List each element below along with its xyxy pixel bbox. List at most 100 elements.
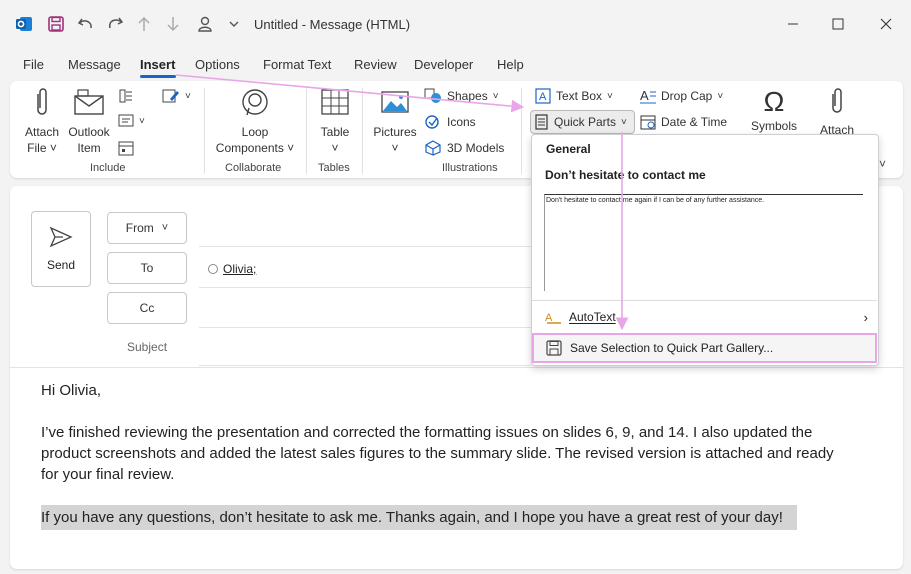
from-divider bbox=[199, 246, 531, 247]
qp-divider bbox=[532, 300, 877, 301]
calendar-icon bbox=[118, 140, 134, 156]
symbols-button[interactable]: Ω Symbols bbox=[748, 86, 800, 134]
quick-parts-label: Quick Parts bbox=[554, 115, 617, 129]
minimize-icon[interactable] bbox=[783, 14, 803, 34]
header-body-divider bbox=[10, 367, 903, 368]
autotext-menu-item[interactable]: A AutoText › bbox=[532, 302, 877, 332]
tab-options[interactable]: Options bbox=[195, 57, 240, 72]
shapes-button[interactable]: Shapes ˅ bbox=[424, 88, 499, 104]
group-label-tables: Tables bbox=[318, 162, 350, 174]
cc-button[interactable]: Cc bbox=[107, 292, 187, 324]
text-box-button[interactable]: A Text Box ˅ bbox=[535, 88, 613, 104]
quick-parts-button[interactable]: Quick Parts ˅ bbox=[535, 114, 627, 130]
qp-entry-preview[interactable]: Don't hesitate to contact me again if I … bbox=[544, 194, 863, 291]
svg-text:A: A bbox=[539, 91, 547, 103]
body-paragraph-line[interactable]: product screenshots and added the latest… bbox=[41, 443, 834, 464]
business-card-button[interactable] bbox=[118, 88, 134, 104]
date-time-icon bbox=[640, 114, 656, 130]
redo-icon[interactable] bbox=[105, 14, 125, 34]
table-icon bbox=[320, 86, 350, 120]
loop-icon bbox=[238, 86, 272, 120]
qp-entry-name[interactable]: Don’t hesitate to contact me bbox=[545, 168, 706, 182]
svg-text:A: A bbox=[640, 88, 649, 103]
tab-help[interactable]: Help bbox=[497, 57, 524, 72]
shapes-icon bbox=[424, 88, 442, 104]
cc-input[interactable] bbox=[199, 292, 531, 326]
signature-icon bbox=[118, 114, 134, 128]
from-label: From bbox=[125, 221, 154, 235]
loop-label-1: Loop bbox=[241, 125, 269, 139]
text-box-icon: A bbox=[535, 88, 551, 104]
body-greeting[interactable]: Hi Olivia, bbox=[41, 380, 101, 401]
tab-file[interactable]: File bbox=[23, 57, 44, 72]
chevron-down-icon: ˅ bbox=[139, 115, 145, 127]
arrow-down-icon[interactable] bbox=[163, 14, 183, 34]
cc-label: Cc bbox=[139, 301, 155, 315]
send-button[interactable]: Send bbox=[31, 211, 91, 287]
chevron-down-icon: ˅ bbox=[717, 90, 724, 102]
chevron-down-icon: ˅ bbox=[331, 141, 339, 155]
drop-cap-icon: A bbox=[640, 88, 656, 104]
chevron-down-icon: ˅ bbox=[391, 141, 399, 155]
body-selected-paragraph[interactable]: If you have any questions, don’t hesitat… bbox=[41, 505, 797, 530]
pen-edit-icon bbox=[162, 88, 180, 104]
group-label-include: Include bbox=[90, 162, 126, 174]
ribbon-collapse-icon[interactable]: ˅ bbox=[879, 157, 886, 171]
outlook-item-button[interactable]: Outlook Item bbox=[66, 86, 112, 156]
save-selection-menu-item[interactable]: Save Selection to Quick Part Gallery... bbox=[532, 333, 877, 363]
attach-file-label-1: Attach bbox=[24, 125, 60, 139]
body-paragraph-line[interactable]: I’ve finished reviewing the presentation… bbox=[41, 422, 812, 443]
group-label-collaborate: Collaborate bbox=[225, 162, 282, 174]
cube-icon bbox=[424, 140, 442, 156]
tab-developer[interactable]: Developer bbox=[414, 57, 473, 72]
to-button[interactable]: To bbox=[107, 252, 187, 284]
to-label: To bbox=[140, 261, 154, 275]
cc-divider bbox=[199, 327, 531, 328]
save-icon[interactable] bbox=[46, 14, 66, 34]
title-bar: Untitled - Message (HTML) bbox=[0, 0, 911, 50]
loop-components-button[interactable]: Loop Components ˅ bbox=[213, 86, 297, 156]
subject-input[interactable] bbox=[199, 331, 531, 365]
tab-review[interactable]: Review bbox=[354, 57, 397, 72]
recipient-name: Olivia; bbox=[223, 262, 257, 276]
group-separator bbox=[306, 88, 307, 174]
maximize-icon[interactable] bbox=[828, 14, 848, 34]
autotext-icon: A bbox=[544, 310, 562, 324]
tab-format-text[interactable]: Format Text bbox=[263, 57, 331, 72]
send-label: Send bbox=[46, 258, 76, 272]
3d-models-button[interactable]: 3D Models bbox=[424, 140, 504, 156]
attach-file-button[interactable]: Attach File ˅ bbox=[22, 86, 62, 156]
to-divider bbox=[199, 287, 531, 288]
3d-models-label: 3D Models bbox=[447, 141, 505, 155]
tab-message[interactable]: Message bbox=[68, 57, 121, 72]
arrow-up-icon[interactable] bbox=[134, 14, 154, 34]
attach-button[interactable]: Attach bbox=[814, 86, 860, 138]
from-button[interactable]: From ˅ bbox=[107, 212, 187, 244]
subject-divider bbox=[199, 365, 531, 366]
chevron-down-icon: ˅ bbox=[607, 90, 613, 102]
icons-icon bbox=[424, 114, 442, 130]
table-button[interactable]: Table ˅ bbox=[314, 86, 356, 156]
tab-insert[interactable]: Insert bbox=[140, 57, 175, 72]
date-time-button[interactable]: Date & Time bbox=[640, 114, 727, 130]
outlook-logo-icon bbox=[14, 14, 34, 34]
close-icon[interactable] bbox=[876, 14, 896, 34]
undo-icon[interactable] bbox=[76, 14, 96, 34]
presence-icon bbox=[208, 264, 218, 274]
envelope-icon bbox=[72, 86, 106, 120]
customize-toolbar-icon[interactable] bbox=[224, 14, 244, 34]
outlook-item-label-2: Item bbox=[77, 141, 101, 155]
pictures-button[interactable]: Pictures ˅ bbox=[371, 86, 419, 156]
signature-button[interactable]: ˅ bbox=[118, 114, 145, 128]
drop-cap-button[interactable]: A Drop Cap ˅ bbox=[640, 88, 723, 104]
business-card-icon bbox=[118, 88, 134, 104]
icons-button[interactable]: Icons bbox=[424, 114, 476, 130]
autotext-label: AutoText bbox=[569, 310, 616, 324]
body-paragraph-line[interactable]: for your final review. bbox=[41, 464, 174, 485]
pictures-label: Pictures bbox=[373, 125, 417, 139]
qp-preview-text: Don't hesitate to contact me again if I … bbox=[546, 197, 765, 204]
link-button[interactable]: ˅ bbox=[162, 88, 191, 104]
person-icon[interactable] bbox=[195, 14, 215, 34]
recipient-chip[interactable]: Olivia; bbox=[208, 262, 256, 276]
calendar-button[interactable] bbox=[118, 140, 134, 156]
